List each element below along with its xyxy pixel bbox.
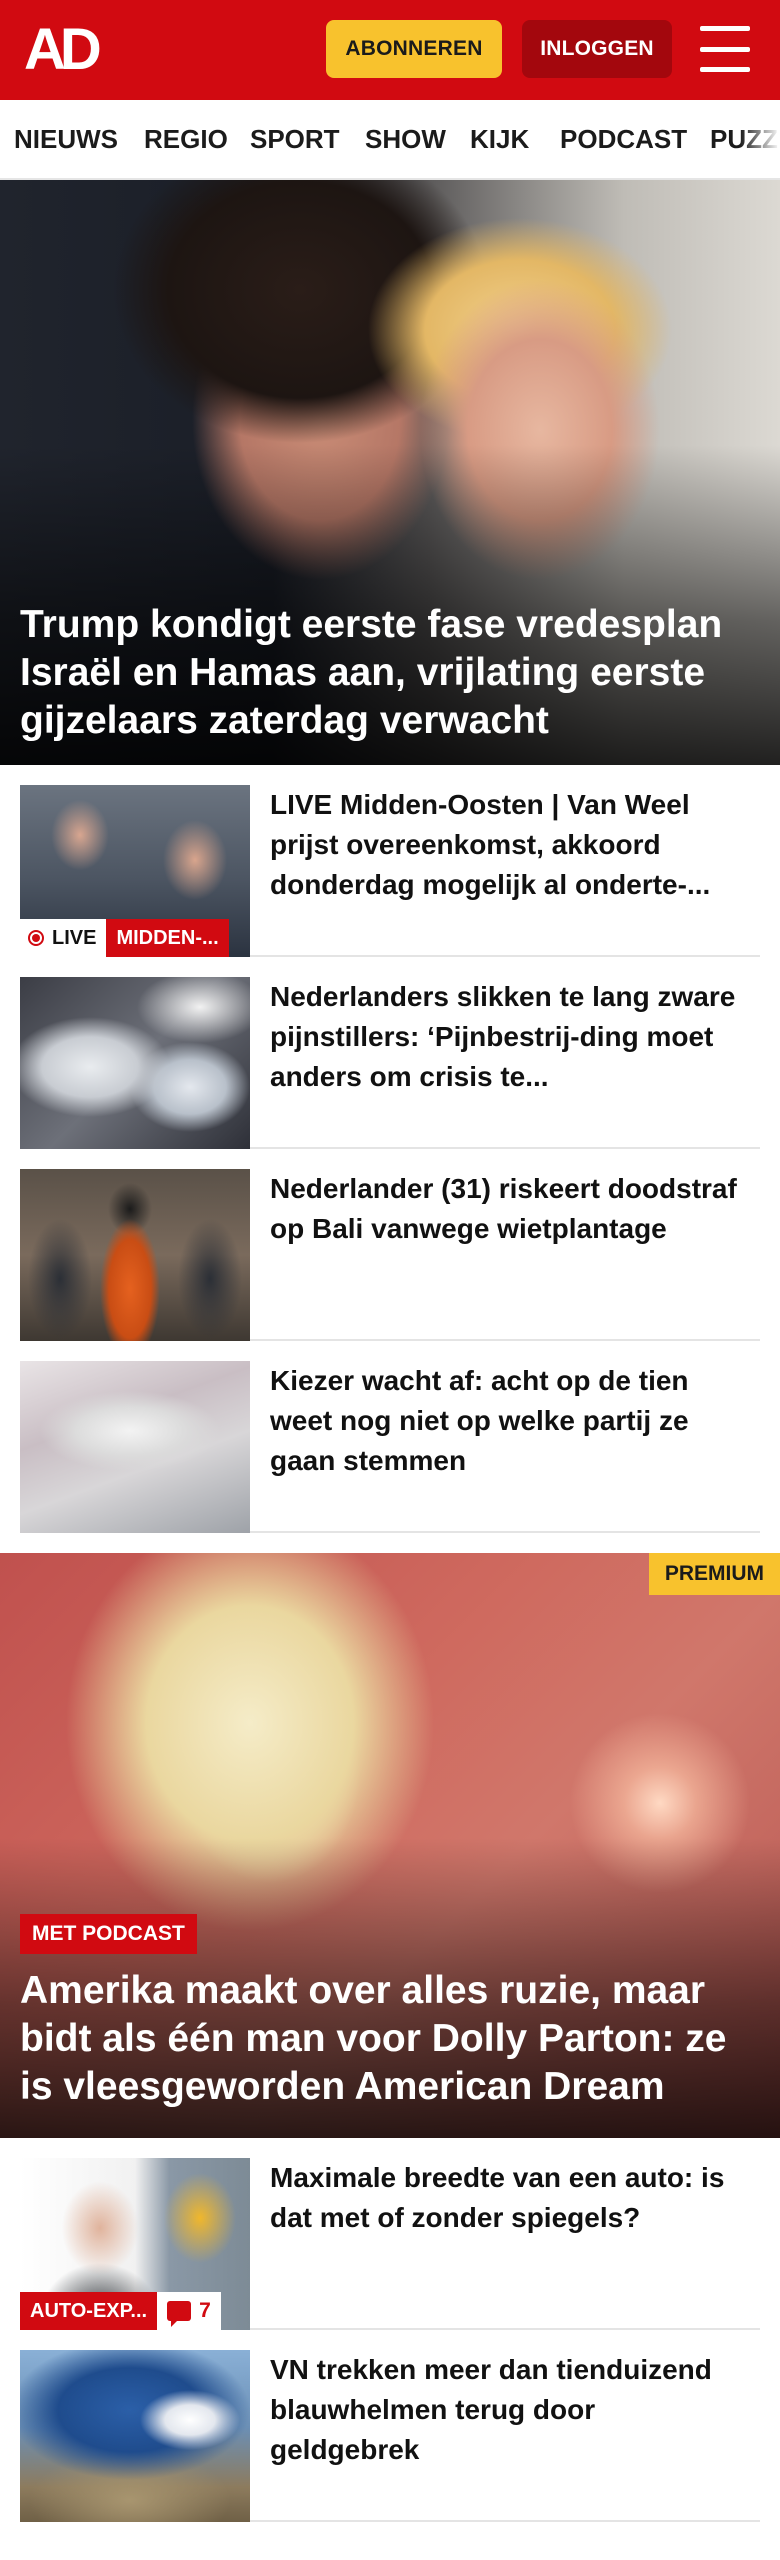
article-title[interactable]: VN trekken meer dan tienduizend blauwhel… (270, 2350, 750, 2470)
article-thumbnail[interactable] (20, 1169, 250, 1341)
thumbnail-image (20, 977, 250, 1149)
article-thumbnail[interactable]: LIVE MIDDEN-... (20, 785, 250, 957)
comment-count[interactable]: 7 (157, 2292, 221, 2330)
menu-line (700, 46, 750, 52)
article-thumbnail[interactable] (20, 2350, 250, 2522)
category-label: AUTO-EXP... (20, 2292, 158, 2330)
nav-scroll-fade (740, 100, 780, 178)
hero-article[interactable]: Trump kondigt eerste fase vredesplan Isr… (0, 180, 780, 765)
nav-item-regio[interactable]: REGIO (144, 100, 228, 178)
comment-count-text: 7 (199, 2299, 211, 2322)
thumbnail-image (20, 1361, 250, 1533)
list-item[interactable]: VN trekken meer dan tienduizend blauwhel… (20, 2330, 760, 2522)
feature-article[interactable]: PREMIUM MET PODCAST Amerika maakt over a… (0, 1553, 780, 2138)
menu-line (700, 26, 750, 31)
feature-title[interactable]: Amerika maakt over alles ruzie, maar bid… (20, 1967, 760, 2111)
logo-text: AD (24, 17, 102, 82)
list-item[interactable]: Nederlanders slikken te lang zware pijns… (20, 957, 760, 1149)
article-thumbnail[interactable] (20, 977, 250, 1149)
login-button[interactable]: INLOGGEN (522, 20, 672, 78)
menu-icon[interactable] (700, 26, 750, 72)
nav-item-nieuws[interactable]: NIEUWS (14, 100, 118, 178)
article-title[interactable]: Nederlanders slikken te lang zware pijns… (270, 977, 750, 1097)
article-title[interactable]: Kiezer wacht af: acht op de tien weet no… (270, 1361, 750, 1481)
list-item[interactable]: AUTO-EXP... 7 Maximale breedte van een a… (20, 2138, 760, 2330)
podcast-tag: MET PODCAST (20, 1914, 197, 1954)
article-thumbnail[interactable] (20, 1361, 250, 1533)
list-item[interactable]: LIVE MIDDEN-... LIVE Midden-Oosten | Van… (20, 765, 760, 957)
top-bar: AD ABONNEREN INLOGGEN (0, 0, 780, 100)
ad-logo[interactable]: AD (24, 17, 102, 82)
article-thumbnail[interactable]: AUTO-EXP... 7 (20, 2158, 250, 2330)
article-title[interactable]: Nederlander (31) riskeert doodstraf op B… (270, 1169, 750, 1249)
thumbnail-image (20, 2350, 250, 2522)
nav-item-kijk[interactable]: KIJK (470, 100, 529, 178)
live-icon (28, 930, 44, 946)
comment-icon (167, 2301, 192, 2327)
article-title[interactable]: Maximale breedte van een auto: is dat me… (270, 2158, 750, 2238)
list-item[interactable]: Kiezer wacht af: acht op de tien weet no… (20, 1341, 760, 1533)
subscribe-button[interactable]: ABONNEREN (326, 20, 502, 78)
menu-line (700, 67, 750, 72)
list-item[interactable]: Nederlander (31) riskeert doodstraf op B… (20, 1149, 760, 1341)
nav-item-podcast[interactable]: PODCAST (560, 100, 687, 178)
section-nav: NIEUWS REGIO SPORT SHOW KIJK PODCAST PUZ… (0, 100, 780, 180)
premium-badge: PREMIUM (648, 1553, 780, 1595)
hero-title[interactable]: Trump kondigt eerste fase vredesplan Isr… (20, 601, 760, 745)
live-label: LIVE (20, 919, 107, 957)
article-title[interactable]: LIVE Midden-Oosten | Van Weel prijst ove… (270, 785, 750, 905)
live-text: LIVE (52, 926, 97, 949)
nav-item-sport[interactable]: SPORT (250, 100, 340, 178)
nav-item-show[interactable]: SHOW (365, 100, 446, 178)
category-label: MIDDEN-... (106, 919, 229, 957)
live-badge: LIVE MIDDEN-... (20, 919, 229, 957)
thumbnail-image (20, 1169, 250, 1341)
category-badge: AUTO-EXP... 7 (20, 2292, 221, 2330)
